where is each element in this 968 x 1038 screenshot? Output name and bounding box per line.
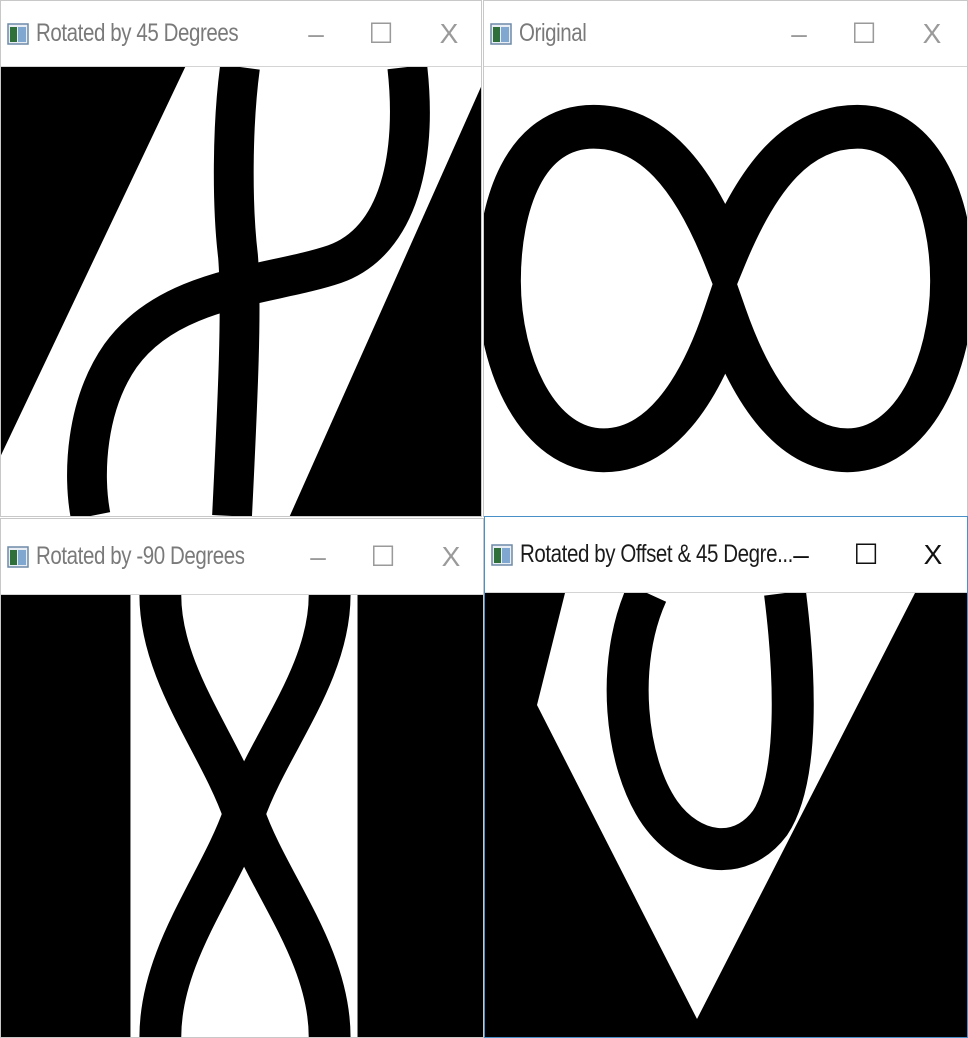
maximize-button[interactable]: ☐ xyxy=(363,519,403,595)
image-canvas xyxy=(485,593,967,1037)
window-original[interactable]: Original – ☐ X xyxy=(483,0,968,517)
image-canvas xyxy=(484,67,967,516)
image-canvas xyxy=(1,67,481,516)
app-icon xyxy=(7,22,29,45)
app-icon xyxy=(491,543,513,566)
maximize-button[interactable]: ☐ xyxy=(361,1,401,67)
minimize-button[interactable]: – xyxy=(781,517,821,593)
window-title: Rotated by Offset & 45 Degre... xyxy=(520,540,793,568)
maximize-button[interactable]: ☐ xyxy=(846,517,886,593)
app-icon xyxy=(490,22,512,45)
rotated-neg90-image xyxy=(1,595,483,1037)
window-rotated-45[interactable]: Rotated by 45 Degrees – ☐ X xyxy=(0,0,482,517)
window-title: Original xyxy=(519,19,587,47)
titlebar[interactable]: Rotated by 45 Degrees xyxy=(1,1,481,67)
image-canvas xyxy=(1,595,483,1037)
window-rotated-offset-45[interactable]: Rotated by Offset & 45 Degre... – ☐ X xyxy=(484,516,968,1038)
close-button[interactable]: X xyxy=(431,519,471,595)
titlebar[interactable]: Rotated by Offset & 45 Degre... xyxy=(485,517,967,593)
minimize-button[interactable]: – xyxy=(298,519,338,595)
window-title: Rotated by -90 Degrees xyxy=(36,542,245,570)
window-title: Rotated by 45 Degrees xyxy=(36,19,239,47)
titlebar[interactable]: Original xyxy=(484,1,967,67)
rotated-infinity-image xyxy=(1,67,481,516)
infinity-image xyxy=(484,67,967,516)
titlebar[interactable]: Rotated by -90 Degrees xyxy=(1,519,483,595)
maximize-button[interactable]: ☐ xyxy=(844,1,884,67)
close-button[interactable]: X xyxy=(912,1,952,67)
minimize-button[interactable]: – xyxy=(296,1,336,67)
minimize-button[interactable]: – xyxy=(779,1,819,67)
app-icon xyxy=(7,545,29,568)
close-button[interactable]: X xyxy=(913,517,953,593)
window-rotated-neg90[interactable]: Rotated by -90 Degrees – ☐ X xyxy=(0,518,484,1038)
rotated-offset-45-image xyxy=(485,593,967,1037)
close-button[interactable]: X xyxy=(429,1,469,67)
